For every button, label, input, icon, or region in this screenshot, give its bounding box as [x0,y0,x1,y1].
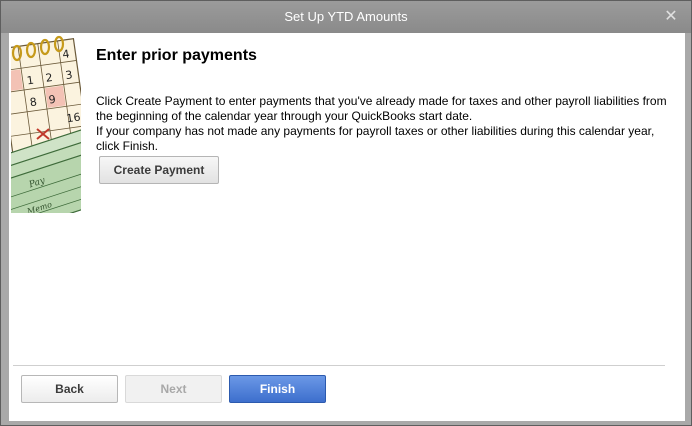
footer-divider [13,365,665,366]
instruction-paragraph-2: If your company has not made any payment… [96,124,655,153]
calendar-checks-illustration: 1 2 3 4 8 9 16 Pay Memo [11,35,81,213]
finish-button[interactable]: Finish [229,375,326,403]
close-icon[interactable]: ✕ [663,7,679,25]
page-heading: Enter prior payments [96,47,257,64]
calendar-number: 16 [66,110,81,125]
next-button: Next [125,375,222,403]
instructions: Click Create Payment to enter payments t… [96,94,668,154]
create-payment-button[interactable]: Create Payment [99,156,219,184]
title-bar[interactable]: Set Up YTD Amounts ✕ [1,1,691,33]
dialog-window: Set Up YTD Amounts ✕ 1 2 3 4 8 9 16 Pay … [0,0,692,426]
window-title: Set Up YTD Amounts [284,9,408,24]
instruction-paragraph-1: Click Create Payment to enter payments t… [96,94,667,123]
back-button[interactable]: Back [21,375,118,403]
dialog-content: 1 2 3 4 8 9 16 Pay Memo Enter prior paym… [9,33,685,421]
